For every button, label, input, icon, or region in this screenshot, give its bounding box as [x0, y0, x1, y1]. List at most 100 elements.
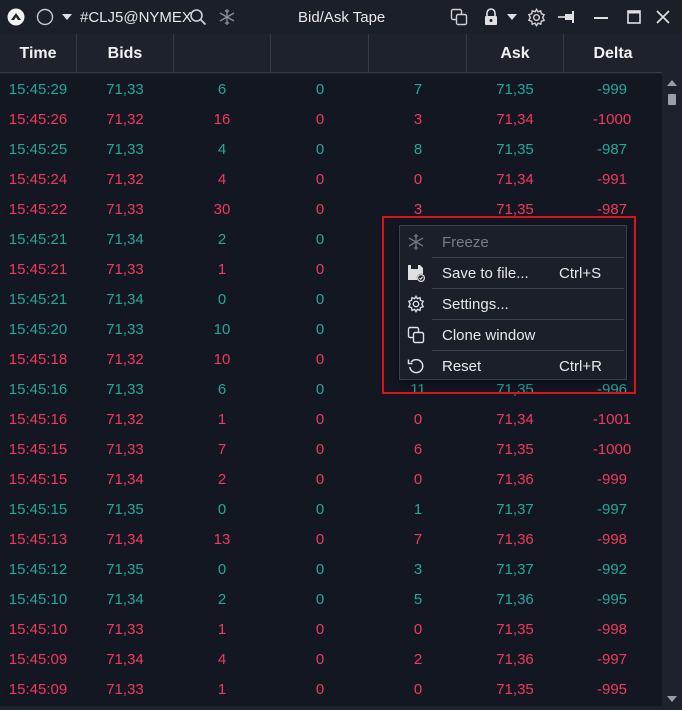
- clone-window-icon[interactable]: [450, 8, 468, 26]
- table-row[interactable]: 15:45:10 71,34 2 0 5 71,36 -995: [0, 584, 662, 614]
- table-row[interactable]: 15:45:16 71,32 1 0 0 71,34 -1001: [0, 404, 662, 434]
- column-header-time[interactable]: Time: [0, 34, 77, 73]
- snowflake-icon: [406, 232, 426, 252]
- bid-volume-cell: 16: [213, 111, 231, 128]
- scrollbar-thumb[interactable]: [668, 94, 676, 105]
- delta-cell: -1000: [592, 111, 632, 128]
- table-row[interactable]: 15:45:15 71,35 0 0 1 71,37 -997: [0, 494, 662, 524]
- delta-cell: -995: [596, 681, 628, 698]
- table-row[interactable]: 15:45:09 71,34 4 0 2 71,36 -997: [0, 644, 662, 674]
- volume-cell: 0: [315, 351, 325, 368]
- volume-cell: 0: [315, 621, 325, 638]
- time-cell: 15:45:29: [8, 81, 68, 98]
- bid-price-cell: 71,34: [106, 231, 144, 248]
- link-group-icon[interactable]: [36, 8, 54, 26]
- maximize-icon[interactable]: [627, 10, 641, 24]
- table-row[interactable]: 15:45:09 71,33 1 0 0 71,35 -995: [0, 674, 662, 704]
- menu-item-freeze[interactable]: Freeze: [400, 227, 626, 257]
- ask-price-cell: 71,35: [496, 81, 534, 98]
- lock-icon[interactable]: [483, 8, 499, 26]
- bid-price-cell: 71,33: [106, 381, 144, 398]
- ask-price-cell: 71,35: [496, 201, 534, 218]
- delta-cell: -999: [596, 81, 628, 98]
- bid-price-cell: 71,34: [106, 591, 144, 608]
- delta-cell: -1001: [592, 411, 632, 428]
- column-header-delta[interactable]: Delta: [564, 34, 662, 73]
- vertical-scrollbar[interactable]: [662, 74, 682, 710]
- window-bottom-edge: [0, 706, 662, 710]
- bid-volume-cell: 0: [217, 561, 227, 578]
- snowflake-icon[interactable]: [218, 8, 236, 26]
- menu-item-reset[interactable]: Reset Ctrl+R: [400, 351, 626, 381]
- close-icon[interactable]: [656, 10, 670, 24]
- table-row[interactable]: 15:45:26 71,32 16 0 3 71,34 -1000: [0, 104, 662, 134]
- bid-volume-cell: 13: [213, 531, 231, 548]
- delta-cell: -995: [596, 591, 628, 608]
- time-cell: 15:45:10: [8, 621, 68, 638]
- scroll-up-arrow-icon[interactable]: [667, 80, 677, 86]
- menu-item-save-to-file[interactable]: Save to file... Ctrl+S: [400, 258, 626, 288]
- bid-price-cell: 71,32: [106, 111, 144, 128]
- ask-price-cell: 71,34: [496, 171, 534, 188]
- pin-icon[interactable]: [557, 9, 577, 25]
- column-header-volume[interactable]: [271, 34, 369, 73]
- time-cell: 15:45:21: [8, 231, 68, 248]
- menu-item-label: Save to file...: [442, 265, 529, 282]
- volume-cell: 0: [315, 501, 325, 518]
- ask-price-cell: 71,34: [496, 111, 534, 128]
- table-row[interactable]: 15:45:15 71,34 2 0 0 71,36 -999: [0, 464, 662, 494]
- table-row[interactable]: 15:45:12 71,35 0 0 3 71,37 -992: [0, 554, 662, 584]
- bid-volume-cell: 0: [217, 501, 227, 518]
- ask-price-cell: 71,34: [496, 411, 534, 428]
- bid-volume-cell: 10: [213, 321, 231, 338]
- table-row[interactable]: 15:45:29 71,33 6 0 7 71,35 -999: [0, 74, 662, 104]
- table-row[interactable]: 15:45:24 71,32 4 0 0 71,34 -991: [0, 164, 662, 194]
- table-row[interactable]: 15:45:15 71,33 7 0 6 71,35 -1000: [0, 434, 662, 464]
- bid-volume-cell: 2: [217, 591, 227, 608]
- ask-volume-cell: 0: [413, 171, 423, 188]
- time-cell: 15:45:15: [8, 441, 68, 458]
- table-row[interactable]: 15:45:13 71,34 13 0 7 71,36 -998: [0, 524, 662, 554]
- volume-cell: 0: [315, 591, 325, 608]
- bid-price-cell: 71,34: [106, 471, 144, 488]
- bid-volume-cell: 1: [217, 411, 227, 428]
- volume-cell: 0: [315, 681, 325, 698]
- column-header-ask-volume[interactable]: [369, 34, 467, 73]
- gear-icon[interactable]: [527, 8, 546, 27]
- ask-price-cell: 71,37: [496, 501, 534, 518]
- time-cell: 15:45:21: [8, 291, 68, 308]
- ask-volume-cell: 0: [413, 681, 423, 698]
- time-cell: 15:45:24: [8, 171, 68, 188]
- ask-price-cell: 71,36: [496, 531, 534, 548]
- bid-price-cell: 71,33: [106, 141, 144, 158]
- delta-cell: -998: [596, 531, 628, 548]
- time-cell: 15:45:12: [8, 561, 68, 578]
- column-header-bid-volume[interactable]: [174, 34, 271, 73]
- context-menu: Freeze Save to file... Ctrl+S Settings..…: [399, 225, 627, 380]
- bid-volume-cell: 4: [217, 651, 227, 668]
- volume-cell: 0: [315, 201, 325, 218]
- chevron-down-icon[interactable]: [62, 12, 72, 22]
- gear-icon: [406, 294, 426, 314]
- bid-price-cell: 71,35: [106, 561, 144, 578]
- menu-item-settings[interactable]: Settings...: [400, 289, 626, 319]
- instrument-symbol[interactable]: #CLJ5@NYMEX: [80, 9, 192, 26]
- search-icon[interactable]: [189, 8, 207, 26]
- title-bar: #CLJ5@NYMEX Bid/Ask Tape: [0, 0, 682, 34]
- menu-item-clone-window[interactable]: Clone window: [400, 320, 626, 350]
- ask-volume-cell: 11: [410, 381, 426, 398]
- table-row[interactable]: 15:45:10 71,33 1 0 0 71,35 -998: [0, 614, 662, 644]
- app-logo-icon: [7, 8, 25, 26]
- lock-menu-chevron-icon[interactable]: [507, 12, 517, 22]
- scroll-down-arrow-icon[interactable]: [667, 696, 677, 702]
- minimize-icon[interactable]: [594, 16, 608, 20]
- table-row[interactable]: 15:45:22 71,33 30 0 3 71,35 -987: [0, 194, 662, 224]
- time-cell: 15:45:13: [8, 531, 68, 548]
- ask-volume-cell: 3: [413, 561, 423, 578]
- time-cell: 15:45:09: [8, 651, 68, 668]
- bid-price-cell: 71,33: [106, 621, 144, 638]
- volume-cell: 0: [315, 111, 325, 128]
- column-header-ask[interactable]: Ask: [467, 34, 564, 73]
- table-row[interactable]: 15:45:25 71,33 4 0 8 71,35 -987: [0, 134, 662, 164]
- column-header-bids[interactable]: Bids: [77, 34, 174, 73]
